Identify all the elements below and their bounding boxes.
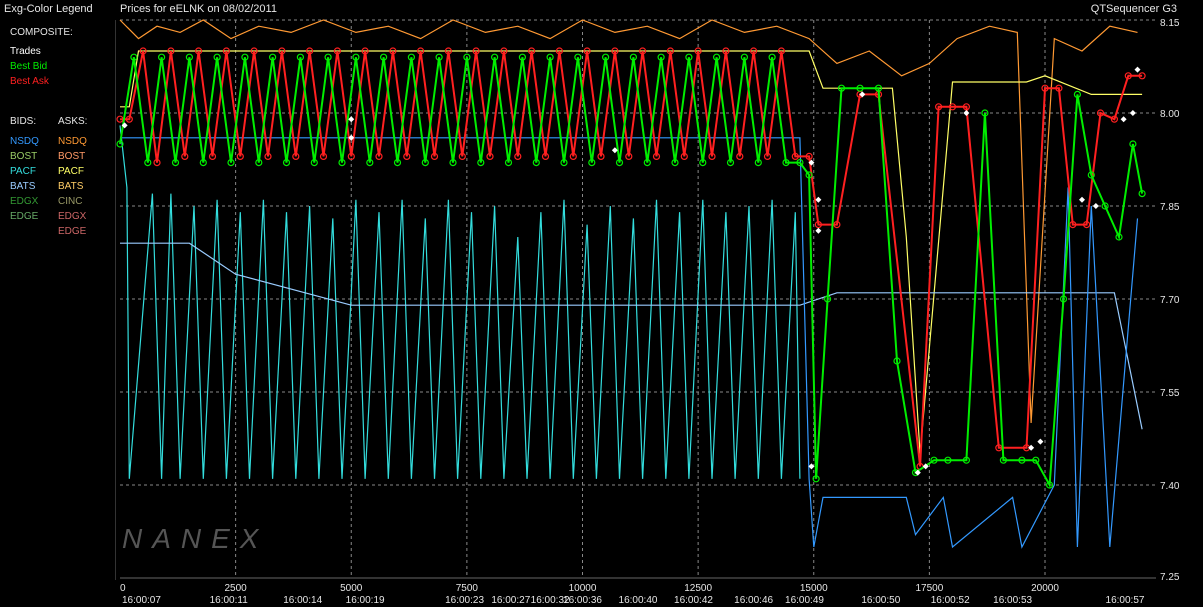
x-tick-label: 20000 — [1031, 583, 1059, 594]
x-tick-label: 2500 — [225, 583, 248, 594]
time-tick-label: 16:00:52 — [931, 595, 970, 606]
x-tick-label: 7500 — [456, 583, 479, 594]
x-tick-label: 10000 — [569, 583, 597, 594]
y-tick-label: 8.00 — [1160, 109, 1180, 120]
time-tick-label: 16:00:50 — [861, 595, 900, 606]
y-tick-label: 7.70 — [1160, 295, 1180, 306]
time-tick-label: 16:00:14 — [283, 595, 322, 606]
y-tick-label: 7.25 — [1160, 572, 1180, 583]
time-tick-label: 16:00:53 — [993, 595, 1032, 606]
x-tick-label: 0 — [120, 583, 126, 594]
time-tick-label: 16:00:36 — [563, 595, 602, 606]
time-tick-label: 16:00:19 — [346, 595, 385, 606]
time-tick-label: 16:00:27 — [491, 595, 530, 606]
x-tick-label: 17500 — [915, 583, 943, 594]
time-tick-label: 16:00:23 — [445, 595, 484, 606]
price-chart: 8.15 8.00 7.85 7.70 7.55 7.40 7.25 0 2500 5000 750… — [116, 18, 1180, 606]
y-tick-label: 7.85 — [1160, 202, 1180, 213]
x-tick-label: 12500 — [684, 583, 712, 594]
y-tick-label: 8.15 — [1160, 18, 1180, 29]
time-tick-label: 16:00:49 — [785, 595, 824, 606]
time-tick-label: 16:00:46 — [734, 595, 773, 606]
watermark: NANEX — [122, 523, 268, 554]
time-tick-label: 16:00:57 — [1106, 595, 1145, 606]
time-tick-label: 16:00:11 — [210, 595, 249, 606]
time-tick-label: 16:00:42 — [674, 595, 713, 606]
time-tick-label: 16:00:07 — [122, 595, 161, 606]
x-tick-label: 5000 — [340, 583, 363, 594]
y-tick-label: 7.40 — [1160, 481, 1180, 492]
y-tick-label: 7.55 — [1160, 388, 1180, 399]
time-tick-label: 16:00:40 — [619, 595, 658, 606]
x-tick-label: 15000 — [800, 583, 828, 594]
